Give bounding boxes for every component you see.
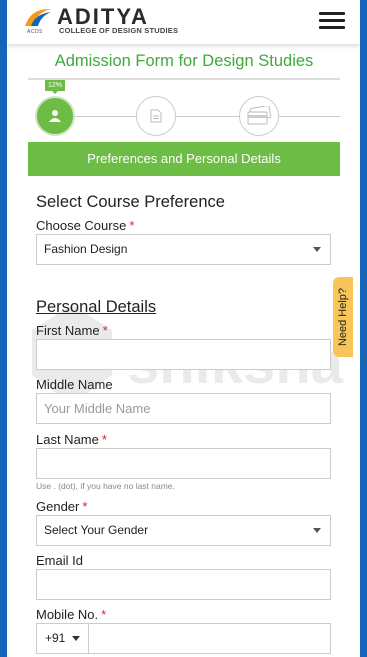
logo-mark-text: ACDS xyxy=(27,29,43,35)
last-name-input[interactable] xyxy=(36,448,331,479)
gender-label-text: Gender xyxy=(36,499,80,514)
required-mark: * xyxy=(101,432,107,447)
country-code-select[interactable]: +91 xyxy=(36,623,89,654)
course-select[interactable]: Fashion Design xyxy=(36,234,331,265)
required-mark: * xyxy=(129,218,135,233)
logo-subtitle: COLLEGE OF DESIGN STUDIES xyxy=(59,26,179,35)
last-name-label: Last Name * xyxy=(36,432,107,447)
caret-down-icon xyxy=(72,636,80,641)
user-icon xyxy=(49,110,61,122)
gender-label: Gender * xyxy=(36,499,87,514)
right-frame-bar xyxy=(360,0,367,657)
section-banner: Preferences and Personal Details xyxy=(28,142,340,176)
credit-card-icon xyxy=(247,106,272,125)
college-logo[interactable]: ACDS ADITYA COLLEGE OF DESIGN STUDIES xyxy=(21,4,201,38)
mobile-label: Mobile No. * xyxy=(36,607,106,622)
need-help-tab[interactable]: Need Help? xyxy=(333,277,353,357)
gender-select[interactable]: Select Your Gender xyxy=(36,515,331,546)
country-code-value: +91 xyxy=(45,631,66,645)
mobile-number-input[interactable] xyxy=(89,623,331,654)
chevron-down-icon xyxy=(313,528,321,533)
email-label: Email Id xyxy=(36,553,83,568)
gender-select-value: Select Your Gender xyxy=(44,523,149,537)
personal-section-heading: Personal Details xyxy=(36,298,157,316)
last-name-hint: Use . (dot), if you have no last name. xyxy=(36,481,175,491)
hamburger-icon[interactable] xyxy=(319,12,345,30)
choose-course-label-text: Choose Course xyxy=(36,218,127,233)
stepper-line xyxy=(48,116,340,117)
required-mark: * xyxy=(101,607,107,622)
first-name-label: First Name * xyxy=(36,323,108,338)
chevron-down-icon xyxy=(313,247,321,252)
step-personal[interactable] xyxy=(35,96,75,136)
middle-name-input[interactable]: Your Middle Name xyxy=(36,393,331,424)
left-frame-bar xyxy=(0,0,7,657)
required-mark: * xyxy=(82,499,88,514)
progress-stepper: 12% xyxy=(28,80,340,142)
required-mark: * xyxy=(102,323,108,338)
middle-name-label: Middle Name xyxy=(36,377,113,392)
need-help-label: Need Help? xyxy=(337,287,349,347)
choose-course-label: Choose Course * xyxy=(36,218,134,233)
first-name-label-text: First Name xyxy=(36,323,100,338)
progress-badge: 12% xyxy=(45,80,65,94)
mobile-label-text: Mobile No. xyxy=(36,607,99,622)
last-name-label-text: Last Name xyxy=(36,432,99,447)
page: ACDS ADITYA COLLEGE OF DESIGN STUDIES Ad… xyxy=(7,0,360,657)
step-documents[interactable] xyxy=(136,96,176,136)
email-input[interactable] xyxy=(36,569,331,600)
first-name-input[interactable] xyxy=(36,339,331,370)
course-section-heading: Select Course Preference xyxy=(36,193,225,211)
step-payment[interactable] xyxy=(239,96,279,136)
document-icon xyxy=(150,109,162,123)
app-header: ACDS ADITYA COLLEGE OF DESIGN STUDIES xyxy=(7,0,360,44)
form-title: Admission Form for Design Studies xyxy=(54,52,314,70)
course-select-value: Fashion Design xyxy=(44,242,128,256)
